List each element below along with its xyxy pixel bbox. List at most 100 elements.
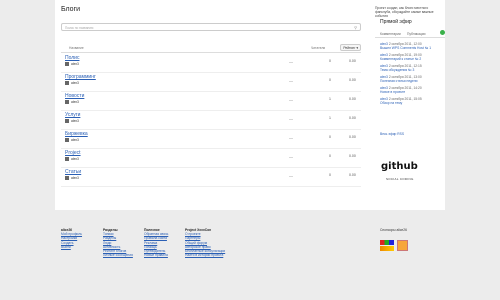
main-content: Блоги Поиск по названию ⚲ Название Читат… (55, 0, 367, 210)
feed-link[interactable]: Комментарий к статье № 2 (380, 57, 445, 61)
github-subtitle: SOCIAL CODING (386, 177, 414, 181)
table-row: Биржевка alex3 — 0 0.00 (61, 130, 361, 149)
table-row: Project alex3 — 0 0.00 (61, 149, 361, 168)
col-readers-header[interactable]: Читатели (311, 46, 325, 50)
blog-title-link[interactable]: Услуги (65, 112, 80, 118)
table-header: Название Читатели Рейтинг ▾ (61, 44, 361, 53)
feed-link[interactable]: Новое в проекте (380, 90, 445, 94)
readers-count: 0 (329, 78, 331, 82)
readers-count: 1 (329, 97, 331, 101)
blog-author[interactable]: alex3 (65, 157, 79, 161)
readers-count: 0 (329, 59, 331, 63)
blog-author[interactable]: alex3 (65, 138, 79, 142)
blog-title-link[interactable]: Полис (65, 55, 79, 61)
footer-link[interactable]: Правила сайта (144, 236, 168, 240)
author-name[interactable]: alex3 (71, 157, 79, 161)
github-logo[interactable]: github SOCIAL CODING (381, 161, 426, 185)
live-tabs: Комментарии Публикации (375, 30, 445, 38)
feed-item: alex3 2 октября 2011, 15:05 Обзор на тему (380, 97, 445, 108)
blog-description: — (289, 116, 293, 121)
all-live-link[interactable]: Весь эфир RSS (380, 132, 404, 136)
blog-rating: 0.00 (349, 78, 356, 82)
live-title: Прямой эфир (380, 19, 412, 25)
feed-link[interactable]: Обзор на тему (380, 101, 445, 105)
blog-rating: 0.00 (349, 59, 356, 63)
footer-col-user: alice26 Мой профиль Настройки Создать Выйти (61, 228, 82, 249)
blog-author[interactable]: alex3 (65, 100, 79, 104)
feed-item: alex3 2 октября 2011, 19:00 Комментарий к… (380, 53, 445, 64)
user-icon (65, 157, 69, 161)
author-name[interactable]: alex3 (71, 176, 79, 180)
footer-link[interactable]: Новые правила (144, 253, 168, 257)
blog-title-link[interactable]: Программинг (65, 74, 96, 80)
blog-description: — (289, 59, 293, 64)
sponsors: Спонсоры alice26 (380, 228, 407, 232)
footer-col-useful: Полезное Обратная связь Правила сайта Рекла… (144, 228, 168, 257)
sponsors-label: Спонсоры alice26 (380, 228, 407, 232)
author-name[interactable]: alex3 (71, 119, 79, 123)
sponsor-badge-3[interactable] (397, 240, 408, 251)
feed-link[interactable]: Вышел WPS Comments Host № 1 (380, 46, 445, 50)
blog-rating: 0.00 (349, 173, 356, 177)
blog-title-link[interactable]: Project (65, 150, 81, 156)
footer-link[interactable]: Выйти (61, 245, 82, 249)
github-title: github (381, 161, 418, 172)
blog-title-link[interactable]: Статьи (65, 169, 81, 175)
blog-description: — (289, 173, 293, 178)
table-row: Услуги alex3 — 1 0.00 (61, 111, 361, 130)
table-row: Программинг alex3 — 0 0.00 (61, 73, 361, 92)
blog-author[interactable]: alex3 (65, 119, 79, 123)
footer-link[interactable]: Найти в истории проекта (185, 253, 225, 257)
table-row: Статьи alex3 — 0 0.00 (61, 168, 361, 187)
blog-rating: 0.00 (349, 135, 356, 139)
page-title: Блоги (61, 6, 81, 13)
blog-author[interactable]: alex3 (65, 62, 79, 66)
blog-rating: 0.00 (349, 116, 356, 120)
feed-item: alex3 2 октября 2011, 12:00 Вышел WPS Com… (380, 42, 445, 53)
blog-description: — (289, 97, 293, 102)
live-feed: alex3 2 октября 2011, 12:00 Вышел WPS Com… (380, 42, 445, 108)
blog-rating: 0.00 (349, 97, 356, 101)
col-title-header[interactable]: Название (69, 46, 84, 50)
sponsor-badge-2[interactable] (380, 246, 394, 251)
author-name[interactable]: alex3 (71, 62, 79, 66)
sponsor-badge-1[interactable] (380, 240, 394, 245)
page-container: Блоги Поиск по названию ⚲ Название Читат… (55, 0, 445, 210)
blog-title-link[interactable]: Биржевка (65, 131, 88, 137)
blog-description: — (289, 78, 293, 83)
readers-count: 1 (329, 116, 331, 120)
feed-link[interactable]: Тема обсуждения № 3 (380, 68, 445, 72)
author-name[interactable]: alex3 (71, 138, 79, 142)
feed-item: alex3 2 октября 2011, 12:15 Тема обсужден… (380, 64, 445, 75)
tab-comments[interactable]: Комментарии (380, 32, 401, 36)
user-icon (65, 119, 69, 123)
readers-count: 0 (329, 154, 331, 158)
sidebar: Проект создан, как блоги местного фанклу… (375, 0, 445, 210)
search-placeholder: Поиск по названию (65, 25, 94, 30)
user-icon (65, 138, 69, 142)
footer-link[interactable]: Личные сообщения (103, 253, 133, 257)
feed-item: alex3 2 октября 2011, 13:00 Полезная стат… (380, 75, 445, 86)
user-icon (65, 81, 69, 85)
refresh-icon[interactable] (440, 30, 445, 35)
feed-item: alex3 2 октября 2011, 14:20 Новое в проек… (380, 86, 445, 97)
blog-description: — (289, 135, 293, 140)
table-row: Полис alex3 — 0 0.00 (61, 54, 361, 73)
user-icon (65, 62, 69, 66)
blog-title-link[interactable]: Новости (65, 93, 84, 99)
table-row: Новости alex3 — 1 0.00 (61, 92, 361, 111)
blog-description: — (289, 154, 293, 159)
user-icon (65, 100, 69, 104)
footer: alice26 Мой профиль Настройки Создать Выйти … (55, 222, 445, 282)
footer-col-project: Project XxxxCon О проекте Партнеры Общий фо… (185, 228, 225, 257)
search-icon[interactable]: ⚲ (354, 25, 357, 30)
author-name[interactable]: alex3 (71, 100, 79, 104)
blog-author[interactable]: alex3 (65, 81, 79, 85)
blog-search-input[interactable]: Поиск по названию ⚲ (61, 23, 361, 31)
tab-publications[interactable]: Публикации (407, 32, 425, 36)
col-rating-header[interactable]: Рейтинг ▾ (340, 44, 361, 51)
blog-author[interactable]: alex3 (65, 176, 79, 180)
feed-link[interactable]: Полезная статья недели (380, 79, 445, 83)
user-icon (65, 176, 69, 180)
author-name[interactable]: alex3 (71, 81, 79, 85)
